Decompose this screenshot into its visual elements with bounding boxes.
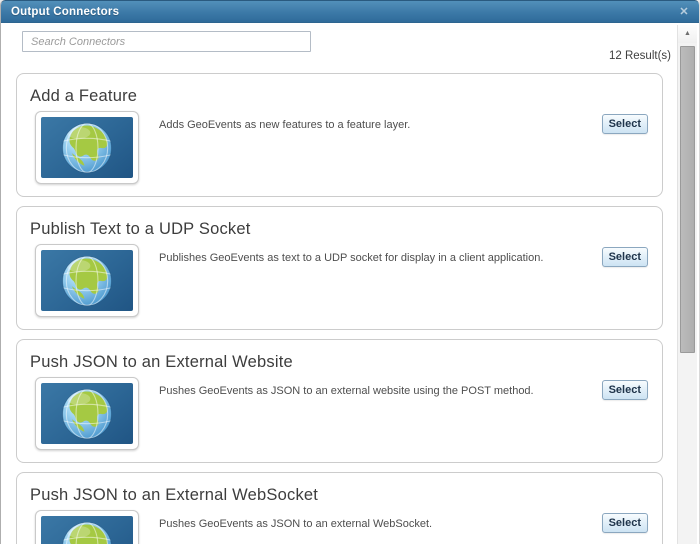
connector-card: Add a Feature Adds GeoEvents as new feat… xyxy=(16,73,663,197)
dialog-title: Output Connectors xyxy=(11,5,120,18)
connector-card: Push JSON to an External WebSocket Pushe… xyxy=(16,472,663,544)
connector-thumbnail xyxy=(35,111,139,184)
scroll-up-icon[interactable]: ▲ xyxy=(678,25,697,43)
connector-description: Publishes GeoEvents as text to a UDP soc… xyxy=(159,252,544,264)
connector-description: Pushes GeoEvents as JSON to an external … xyxy=(159,518,433,530)
connector-list: Add a Feature Adds GeoEvents as new feat… xyxy=(16,73,663,544)
output-connectors-dialog: Output Connectors ✕ 12 Result(s) Add a F… xyxy=(0,0,700,544)
select-button[interactable]: Select xyxy=(601,114,648,134)
connector-card: Push JSON to an External Website Pushes … xyxy=(16,339,663,463)
globe-icon xyxy=(62,521,112,544)
connector-description: Pushes GeoEvents as JSON to an external … xyxy=(159,385,534,397)
results-count: 12 Result(s) xyxy=(609,50,671,62)
connector-description: Adds GeoEvents as new features to a feat… xyxy=(159,119,411,131)
vertical-scrollbar[interactable]: ▲ xyxy=(677,25,697,544)
globe-icon xyxy=(62,388,112,439)
connector-title: Publish Text to a UDP Socket xyxy=(30,220,251,238)
close-icon[interactable]: ✕ xyxy=(677,5,691,19)
globe-icon xyxy=(62,255,112,306)
select-button[interactable]: Select xyxy=(601,247,648,267)
search-input[interactable] xyxy=(22,31,311,52)
select-button[interactable]: Select xyxy=(601,380,648,400)
connector-thumbnail xyxy=(35,510,139,544)
select-button[interactable]: Select xyxy=(601,513,648,533)
connector-thumbnail xyxy=(35,244,139,317)
connector-title: Push JSON to an External Website xyxy=(30,353,293,371)
connector-thumbnail xyxy=(35,377,139,450)
dialog-titlebar[interactable]: Output Connectors ✕ xyxy=(1,0,699,23)
scrollbar-thumb[interactable] xyxy=(680,46,695,353)
globe-icon xyxy=(62,122,112,173)
connector-title: Push JSON to an External WebSocket xyxy=(30,486,319,504)
connector-title: Add a Feature xyxy=(30,87,138,105)
connector-card: Publish Text to a UDP Socket Publishes G… xyxy=(16,206,663,330)
